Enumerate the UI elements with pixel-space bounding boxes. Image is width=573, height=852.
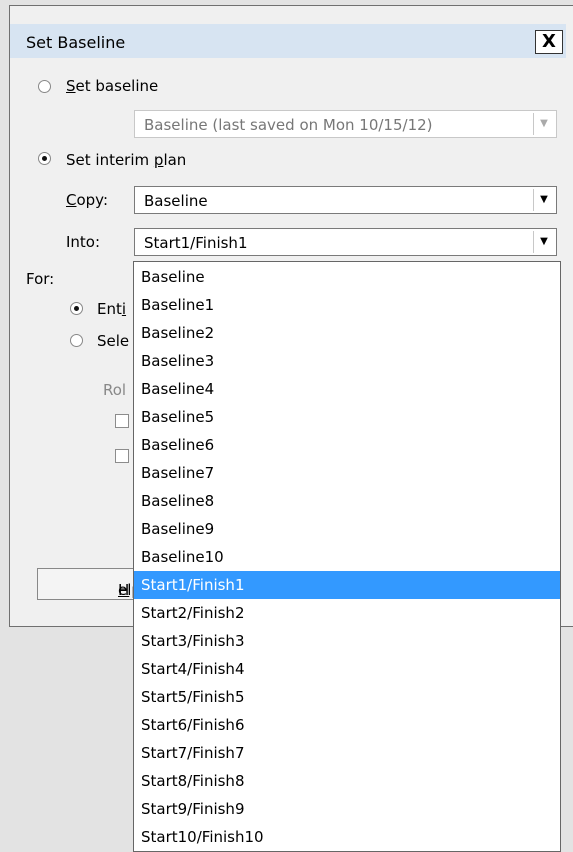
set-interim-plan-radio[interactable] [38,152,51,165]
into-label: Into: [66,233,101,251]
chevron-down-icon[interactable]: ▼ [533,231,554,253]
entire-project-label[interactable]: Enti [97,300,126,318]
for-label: For: [26,270,55,288]
close-button[interactable]: X [535,30,563,54]
into-select[interactable]: Start1/Finish1 ▼ [134,228,557,256]
dropdown-option[interactable]: Start3/Finish3 [134,627,560,655]
dropdown-option[interactable]: Baseline9 [134,515,560,543]
copy-label: Copy: [66,191,109,209]
chevron-down-icon[interactable]: ▼ [533,189,554,211]
copy-select[interactable]: Baseline ▼ [134,186,557,214]
dialog-title: Set Baseline [26,33,126,52]
dropdown-option[interactable]: Start4/Finish4 [134,655,560,683]
dropdown-option[interactable]: Start2/Finish2 [134,599,560,627]
rollup-label: Rol [103,381,127,399]
selected-tasks-radio[interactable] [70,334,83,347]
dropdown-option[interactable]: Baseline7 [134,459,560,487]
dropdown-option[interactable]: Baseline3 [134,347,560,375]
set-baseline-radio[interactable] [38,80,51,93]
entire-project-radio[interactable] [70,302,83,315]
dropdown-option[interactable]: Baseline6 [134,431,560,459]
set-interim-plan-label[interactable]: Set interim plan [66,151,186,169]
dropdown-option[interactable]: Start10/Finish10 [134,823,560,851]
dropdown-option[interactable]: Start6/Finish6 [134,711,560,739]
set-baseline-label[interactable]: Set baseline [66,77,158,95]
rollup-checkbox-2[interactable] [115,449,129,463]
baseline-select: Baseline (last saved on Mon 10/15/12) ▼ [134,110,557,138]
dropdown-option[interactable]: Baseline [134,263,560,291]
dropdown-option[interactable]: Baseline10 [134,543,560,571]
dropdown-option[interactable]: Baseline8 [134,487,560,515]
dropdown-option[interactable]: Start9/Finish9 [134,795,560,823]
dropdown-option[interactable]: Start8/Finish8 [134,767,560,795]
rollup-checkbox-1[interactable] [115,414,129,428]
into-dropdown-list[interactable]: Baseline Baseline1 Baseline2 Baseline3 B… [133,261,561,852]
selected-tasks-label[interactable]: Sele [97,332,129,350]
dropdown-option[interactable]: Start7/Finish7 [134,739,560,767]
chevron-down-icon: ▼ [533,113,554,135]
dropdown-option[interactable]: Baseline5 [134,403,560,431]
dropdown-option[interactable]: Baseline2 [134,319,560,347]
dropdown-option[interactable]: Baseline4 [134,375,560,403]
dropdown-option[interactable]: Baseline1 [134,291,560,319]
dropdown-option[interactable]: Start5/Finish5 [134,683,560,711]
dropdown-option-selected[interactable]: Start1/Finish1 [134,571,560,599]
